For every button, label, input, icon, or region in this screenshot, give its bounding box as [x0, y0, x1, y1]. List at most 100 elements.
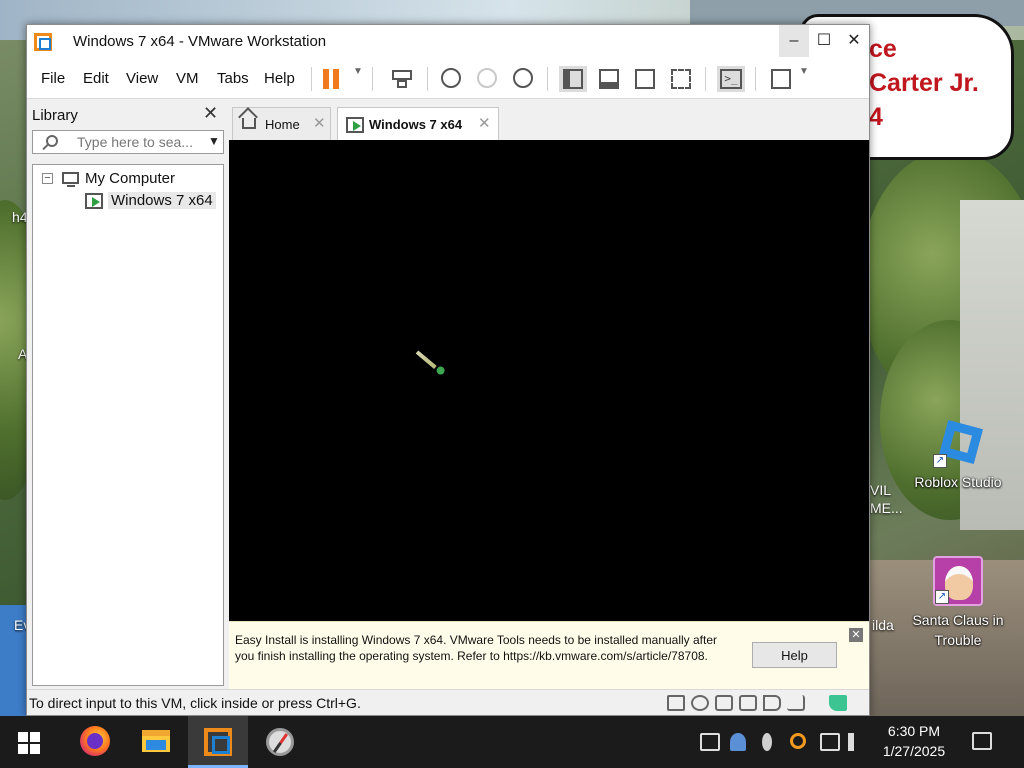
tab-windows-7-x64[interactable]: Windows 7 x64 ✕: [337, 107, 499, 140]
tab-strip: Home ✕ Windows 7 x64 ✕: [229, 101, 869, 140]
roblox-studio-icon: ↗: [933, 418, 984, 468]
snapshot-manager-button[interactable]: [509, 66, 537, 92]
taskbar-file-explorer[interactable]: [126, 716, 186, 768]
pause-icon: [323, 69, 329, 89]
windows-logo-icon: [30, 744, 40, 754]
vm-powered-on-icon: [85, 193, 103, 209]
toolbar-separator: [427, 67, 428, 91]
windows-logo-icon: [30, 732, 40, 742]
unity-button[interactable]: [667, 66, 695, 92]
library-search-box[interactable]: ▼: [32, 130, 224, 154]
volume-icon[interactable]: [848, 733, 866, 751]
windows-logo-icon: [18, 744, 28, 754]
menu-help[interactable]: Help: [264, 70, 295, 87]
search-tray-icon[interactable]: [790, 733, 806, 749]
people-tray-icon[interactable]: [730, 733, 746, 751]
tree-item-windows-7-x64[interactable]: Windows 7 x64: [108, 192, 216, 209]
library-search-input[interactable]: [77, 134, 201, 150]
toolbar-separator: [547, 67, 548, 91]
cd-dvd-icon[interactable]: [691, 695, 709, 711]
tree-item-my-computer[interactable]: My Computer: [85, 170, 175, 187]
show-thumbnail-bar-button[interactable]: [595, 66, 623, 92]
vmware-workstation-icon: [204, 728, 232, 756]
revert-snapshot-button[interactable]: [473, 66, 501, 92]
snapshot-manager-icon: [513, 68, 533, 88]
menu-bar: File Edit View VM Tabs Help ▼ >_ ▼: [27, 59, 869, 99]
revert-snapshot-icon: [477, 68, 497, 88]
desktop-icon-santa-claus-in-trouble[interactable]: ↗ Santa Claus in Trouble: [908, 556, 1008, 650]
toolbar-separator: [311, 67, 312, 91]
desktop-icon-roblox-studio[interactable]: ↗ Roblox Studio: [908, 418, 1008, 492]
notification-center-icon[interactable]: [972, 732, 992, 750]
send-ctrl-alt-del-button[interactable]: [389, 66, 417, 92]
menu-edit[interactable]: Edit: [83, 70, 109, 87]
desktop-icon-label-partial[interactable]: ME...: [870, 500, 903, 516]
message-log-icon[interactable]: [829, 695, 847, 711]
menu-tabs[interactable]: Tabs: [217, 70, 249, 87]
speech-line: ce: [869, 35, 897, 63]
close-button[interactable]: ✕: [839, 25, 869, 57]
network-icon[interactable]: [820, 733, 840, 751]
floppy-icon[interactable]: [715, 695, 733, 711]
send-ctrl-alt-del-icon-base: [397, 80, 407, 88]
window-title: Windows 7 x64 - VMware Workstation: [73, 33, 327, 50]
tab-close-icon[interactable]: ✕: [478, 114, 491, 132]
firefox-icon: [80, 726, 110, 756]
library-header: Library ✕: [27, 101, 225, 127]
snapshot-icon: [441, 68, 461, 88]
title-bar[interactable]: Windows 7 x64 - VMware Workstation – ☐ ✕: [27, 25, 869, 59]
vmware-app-icon: [34, 33, 52, 51]
hard-disk-icon[interactable]: [667, 695, 685, 711]
tab-home[interactable]: Home ✕: [232, 107, 331, 140]
show-library-button[interactable]: [559, 66, 587, 92]
library-view-icon: [563, 69, 583, 89]
library-close-button[interactable]: ✕: [203, 103, 218, 124]
pause-dropdown-chevron-icon[interactable]: ▼: [353, 66, 363, 77]
tree-collapse-toggle[interactable]: −: [42, 173, 53, 184]
search-dropdown-chevron-icon[interactable]: ▼: [208, 134, 220, 148]
network-adapter-icon[interactable]: [739, 695, 757, 711]
stretch-dropdown-chevron-icon[interactable]: ▼: [799, 66, 809, 77]
pause-button[interactable]: [323, 66, 351, 92]
menu-vm[interactable]: VM: [176, 70, 199, 87]
full-screen-button[interactable]: [631, 66, 659, 92]
taskbar-firefox[interactable]: [64, 716, 124, 768]
status-message: To direct input to this VM, click inside…: [29, 695, 361, 711]
take-snapshot-button[interactable]: [437, 66, 465, 92]
vm-powered-on-icon: [346, 117, 364, 133]
toolbar-separator: [705, 67, 706, 91]
maximize-button[interactable]: ☐: [809, 25, 839, 57]
clock[interactable]: 6:30 PM 1/27/2025: [874, 721, 954, 761]
notice-close-button[interactable]: ✕: [849, 628, 863, 642]
desktop-icon-label-partial[interactable]: VIL: [870, 482, 891, 498]
stretch-guest-button[interactable]: [767, 66, 795, 92]
unity-icon: [671, 69, 691, 89]
usb-icon[interactable]: [787, 695, 805, 711]
stretch-guest-icon: [771, 69, 791, 89]
vmware-workstation-window: Windows 7 x64 - VMware Workstation – ☐ ✕…: [26, 24, 870, 716]
start-button[interactable]: [18, 732, 40, 754]
taskbar: 6:30 PM 1/27/2025: [0, 716, 1024, 768]
taskbar-vmware-workstation[interactable]: [188, 716, 248, 768]
console-icon: >_: [720, 69, 742, 89]
menu-file[interactable]: File: [41, 70, 65, 87]
sound-card-icon[interactable]: [763, 695, 781, 711]
thumbnail-bar-icon: [599, 69, 619, 89]
full-screen-icon: [635, 69, 655, 89]
taskbar-compass-app[interactable]: [250, 716, 310, 768]
console-view-button[interactable]: >_: [717, 66, 745, 92]
clock-time: 6:30 PM: [887, 723, 941, 739]
send-ctrl-alt-del-icon: [392, 70, 412, 80]
home-icon: [242, 118, 256, 129]
vmware-tray-icon[interactable]: [700, 733, 720, 751]
windows-logo-icon: [18, 732, 28, 742]
help-button[interactable]: Help: [752, 642, 837, 668]
desktop-icon-label-partial[interactable]: ilda: [872, 617, 894, 633]
speech-line: 4: [869, 103, 883, 131]
tab-close-icon[interactable]: ✕: [313, 114, 326, 132]
santa-claus-game-icon: ↗: [933, 556, 983, 606]
minimize-button[interactable]: –: [779, 25, 809, 57]
menu-view[interactable]: View: [126, 70, 158, 87]
droplet-tray-icon[interactable]: [762, 733, 772, 751]
vm-console-screen[interactable]: [229, 140, 869, 621]
